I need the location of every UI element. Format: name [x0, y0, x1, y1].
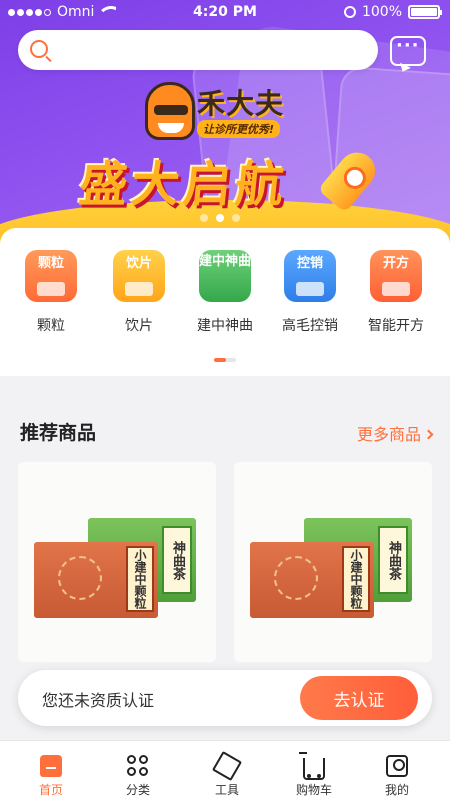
control-sales-icon: 控销 — [284, 250, 336, 302]
category-panel: 颗粒 颗粒 饮片 饮片 建中神曲 建中神曲 控销 高毛控销 开方 智能开方 — [0, 228, 450, 376]
category-label: 颗粒 — [37, 318, 65, 334]
product-image: 神曲茶 小建中颗粒 — [18, 462, 216, 662]
tab-label: 购物车 — [295, 783, 332, 797]
battery-percent: 100% — [361, 4, 402, 20]
rotation-lock-icon — [343, 6, 356, 18]
tab-category[interactable]: 分类 — [98, 755, 178, 798]
category-label: 饮片 — [125, 318, 153, 334]
recommend-header: 推荐商品 更多商品 — [0, 400, 450, 444]
granules-icon: 颗粒 — [25, 250, 77, 302]
battery-icon — [408, 5, 442, 19]
banner-dot-active[interactable] — [216, 214, 224, 222]
status-bar: Omni 4:20 PM 100% — [0, 0, 450, 26]
banner-headline: 盛大启航 — [76, 157, 291, 213]
product-card[interactable]: 神曲茶 小建中颗粒 — [18, 462, 216, 662]
category-high-margin[interactable]: 控销 高毛控销 — [270, 250, 350, 335]
more-products-link[interactable]: 更多商品 — [357, 421, 434, 445]
tab-tools[interactable]: 工具 — [187, 750, 267, 798]
tab-label: 工具 — [214, 783, 239, 797]
brand-name: 禾大夫 — [197, 87, 285, 120]
message-icon[interactable] — [390, 35, 426, 66]
tab-label: 我的 — [384, 783, 409, 797]
profile-icon — [386, 755, 408, 777]
product-image: 神曲茶 小建中颗粒 — [234, 462, 432, 662]
category-slices[interactable]: 饮片 饮片 — [99, 250, 179, 335]
category-label: 高毛控销 — [282, 318, 338, 334]
granules-box: 小建中颗粒 — [34, 542, 158, 618]
brand-slogan: 让诊所更优秀! — [197, 120, 281, 138]
chevron-right-icon — [423, 429, 434, 440]
search-icon — [30, 40, 48, 58]
category-label: 建中神曲 — [197, 318, 253, 334]
brand-logo: 禾大夫 让诊所更优秀! — [145, 82, 305, 142]
tab-label: 首页 — [38, 783, 63, 797]
tab-label: 分类 — [125, 783, 150, 797]
prescription-icon: 开方 — [370, 250, 422, 302]
search-bar[interactable] — [18, 30, 378, 70]
verify-button[interactable]: 去认证 — [300, 676, 418, 720]
banner-dot[interactable] — [200, 214, 208, 222]
slices-icon: 饮片 — [113, 250, 165, 302]
tools-icon — [211, 750, 243, 782]
tab-profile[interactable]: 我的 — [357, 755, 437, 798]
category-granules[interactable]: 颗粒 颗粒 — [11, 250, 91, 335]
tab-home[interactable]: 首页 — [11, 755, 91, 798]
tab-cart[interactable]: 购物车 — [274, 752, 354, 798]
search-input[interactable] — [58, 38, 358, 62]
category-label: 智能开方 — [368, 318, 424, 334]
qualification-text: 您还未资质认证 — [42, 691, 155, 710]
tab-bar: 首页 分类 工具 购物车 我的 — [0, 740, 450, 800]
granules-box: 小建中颗粒 — [250, 542, 374, 618]
banner-pagination — [200, 214, 240, 222]
jianzhong-shenqu-icon: 建中神曲 — [199, 250, 251, 302]
banner-dot[interactable] — [232, 214, 240, 222]
home-icon — [40, 755, 62, 777]
mascot-icon — [145, 82, 195, 140]
qualification-bar: 您还未资质认证 去认证 — [18, 670, 432, 726]
cart-icon — [299, 752, 325, 780]
category-smart-prescription[interactable]: 开方 智能开方 — [356, 250, 436, 335]
section-title: 推荐商品 — [20, 422, 97, 444]
category-pager — [214, 358, 236, 362]
product-card[interactable]: 神曲茶 小建中颗粒 — [234, 462, 432, 662]
category-icon — [127, 755, 149, 777]
category-jianzhong-shenqu[interactable]: 建中神曲 建中神曲 — [185, 250, 265, 335]
